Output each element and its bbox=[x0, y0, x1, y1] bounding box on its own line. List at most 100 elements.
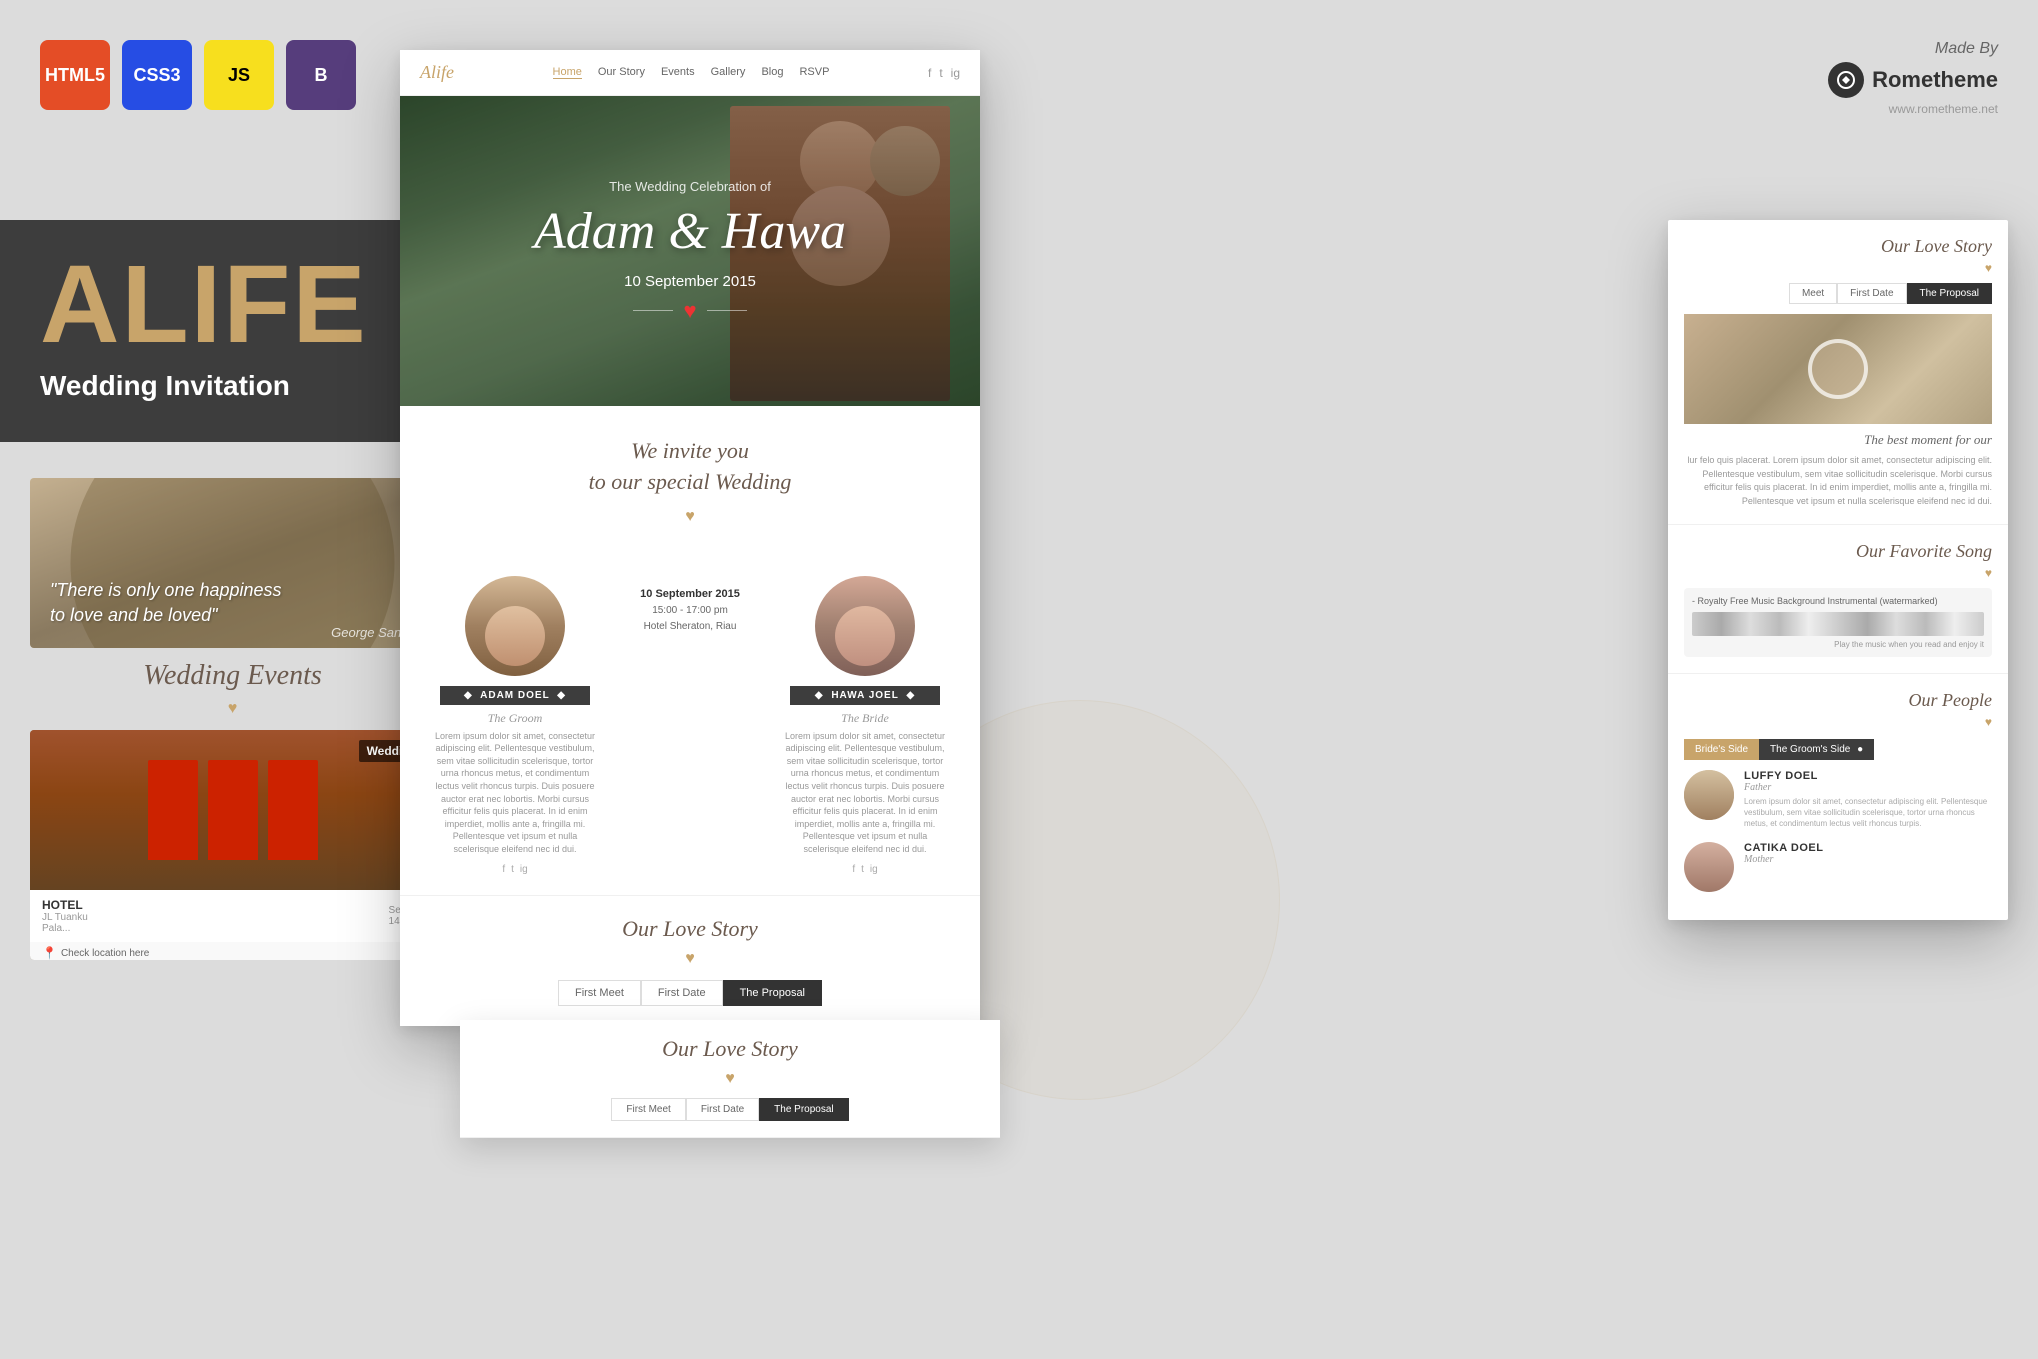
nav-social: f t ig bbox=[928, 66, 960, 80]
song-title: - Royalty Free Music Background Instrume… bbox=[1692, 596, 1984, 606]
groom-name-banner: ◆ ADAM DOEL ◆ bbox=[440, 686, 590, 705]
luffy-info: LUFFY DOEL Father Lorem ipsum dolor sit … bbox=[1744, 770, 1992, 830]
html5-logo: HTML5 bbox=[40, 40, 110, 110]
groom-bio: Lorem ipsum dolor sit amet, consectetur … bbox=[420, 730, 610, 856]
groom-diamond-right: ◆ bbox=[557, 690, 566, 701]
alife-subtitle: Wedding Invitation bbox=[40, 370, 380, 402]
js-logo: JS bbox=[204, 40, 274, 110]
venue-card: Wedding HOTEL JL TuankuPala... Septem14 … bbox=[30, 730, 435, 960]
hero-image: The Wedding Celebration of Adam & Hawa 1… bbox=[400, 96, 980, 406]
wedding-time: 15:00 - 17:00 pm bbox=[615, 603, 765, 619]
right-screenshot: Our Love Story ♥ Meet First Date The Pro… bbox=[1668, 220, 2008, 920]
brand-name: Rometheme bbox=[1828, 62, 1998, 98]
door-2 bbox=[208, 760, 258, 860]
venue-photo: Wedding bbox=[30, 730, 435, 890]
song-player[interactable]: - Royalty Free Music Background Instrume… bbox=[1684, 588, 1992, 657]
our-people-title: Our People bbox=[1684, 690, 1992, 711]
hero-overlay: The Wedding Celebration of Adam & Hawa 1… bbox=[400, 96, 980, 406]
venue-info: HOTEL JL TuankuPala... Septem14 0... bbox=[30, 890, 435, 942]
bottom-tab-the-proposal[interactable]: The Proposal bbox=[759, 1098, 848, 1121]
bride-twitter[interactable]: t bbox=[861, 864, 864, 875]
right-story-photo bbox=[1684, 314, 1992, 424]
couple-cards: ◆ ADAM DOEL ◆ The Groom Lorem ipsum dolo… bbox=[400, 566, 980, 895]
groom-twitter[interactable]: t bbox=[511, 864, 514, 875]
catika-info: CATIKA DOEL Mother bbox=[1744, 842, 1992, 868]
nav-link-gallery[interactable]: Gallery bbox=[711, 66, 746, 79]
nav-link-rsvp[interactable]: RSVP bbox=[799, 66, 829, 79]
favorite-song-heart: ♥ bbox=[1684, 566, 1992, 580]
instagram-icon[interactable]: ig bbox=[951, 66, 960, 80]
right-love-story-tabs[interactable]: Meet First Date The Proposal bbox=[1684, 283, 1992, 304]
tab-first-date[interactable]: First Date bbox=[641, 980, 723, 1006]
bride-name-banner: ◆ HAWA JOEL ◆ bbox=[790, 686, 940, 705]
favorite-song-section: Our Favorite Song ♥ - Royalty Free Music… bbox=[1668, 525, 2008, 674]
right-love-story-title: Our Love Story bbox=[1684, 236, 1992, 257]
tab-the-proposal[interactable]: The Proposal bbox=[723, 980, 822, 1006]
bottom-tab-first-date[interactable]: First Date bbox=[686, 1098, 759, 1121]
invite-line2: to our special Wedding bbox=[420, 467, 960, 498]
wedding-info-center: 10 September 2015 15:00 - 17:00 pm Hotel… bbox=[610, 576, 770, 646]
venue-location-bar[interactable]: 📍 Check location here bbox=[30, 942, 435, 960]
bride-role: The Bride bbox=[770, 711, 960, 726]
tab-grooms-side[interactable]: The Groom's Side ● bbox=[1759, 739, 1874, 760]
tab-first-meet[interactable]: First Meet bbox=[558, 980, 641, 1006]
events-section: Wedding Events ♥ bbox=[30, 660, 435, 726]
hero-date: 10 September 2015 bbox=[624, 273, 756, 290]
right-tab-proposal[interactable]: The Proposal bbox=[1907, 283, 1992, 304]
bottom-love-story-tabs[interactable]: First Meet First Date The Proposal bbox=[476, 1098, 984, 1121]
bride-avatar bbox=[815, 576, 915, 676]
catika-name: CATIKA DOEL bbox=[1744, 842, 1992, 854]
groom-facebook[interactable]: f bbox=[502, 864, 505, 875]
bride-social: f t ig bbox=[770, 864, 960, 875]
nav-link-blog[interactable]: Blog bbox=[761, 66, 783, 79]
quote-block: "There is only one happinessto love and … bbox=[30, 478, 435, 648]
tab-brides-side[interactable]: Bride's Side bbox=[1684, 739, 1759, 760]
people-tabs[interactable]: Bride's Side The Groom's Side ● bbox=[1684, 739, 1992, 760]
love-story-heart: ♥ bbox=[420, 950, 960, 968]
song-waveform[interactable] bbox=[1692, 612, 1984, 636]
nav-bar: Alife Home Our Story Events Gallery Blog… bbox=[400, 50, 980, 96]
love-story-main: Our Love Story ♥ First Meet First Date T… bbox=[400, 895, 980, 1026]
wedding-date: 10 September 2015 bbox=[615, 586, 765, 604]
groom-social: f t ig bbox=[420, 864, 610, 875]
nav-logo: Alife bbox=[420, 62, 454, 83]
invite-section: We invite you to our special Wedding ♥ bbox=[400, 406, 980, 566]
bride-card: ◆ HAWA JOEL ◆ The Bride Lorem ipsum dolo… bbox=[770, 576, 960, 875]
brand-label: Rometheme bbox=[1872, 67, 1998, 93]
bride-name: HAWA JOEL bbox=[831, 690, 898, 701]
hero-line-right bbox=[707, 310, 747, 311]
main-screenshot: Alife Home Our Story Events Gallery Blog… bbox=[400, 50, 980, 1026]
groom-instagram[interactable]: ig bbox=[520, 864, 528, 875]
bottom-tab-first-meet[interactable]: First Meet bbox=[611, 1098, 685, 1121]
facebook-icon[interactable]: f bbox=[928, 66, 931, 80]
bride-facebook[interactable]: f bbox=[852, 864, 855, 875]
brand-icon bbox=[1828, 62, 1864, 98]
right-tab-meet[interactable]: Meet bbox=[1789, 283, 1837, 304]
brand-url: www.rometheme.net bbox=[1828, 102, 1998, 116]
love-story-title: Our Love Story bbox=[420, 916, 960, 942]
door-3 bbox=[268, 760, 318, 860]
door-1 bbox=[148, 760, 198, 860]
song-play-hint: Play the music when you read and enjoy i… bbox=[1692, 640, 1984, 649]
right-tab-first-date[interactable]: First Date bbox=[1837, 283, 1906, 304]
bride-instagram[interactable]: ig bbox=[870, 864, 878, 875]
tech-logos: HTML5 CSS3 JS B bbox=[40, 40, 356, 110]
nav-link-ourstory[interactable]: Our Story bbox=[598, 66, 645, 79]
invite-heart: ♥ bbox=[420, 508, 960, 526]
nav-link-home[interactable]: Home bbox=[553, 66, 582, 79]
bride-bio: Lorem ipsum dolor sit amet, consectetur … bbox=[770, 730, 960, 856]
grooms-side-dot: ● bbox=[1857, 744, 1863, 755]
hero-heart: ♥ bbox=[683, 298, 696, 324]
groom-diamond-left: ◆ bbox=[464, 690, 473, 701]
luffy-bio: Lorem ipsum dolor sit amet, consectetur … bbox=[1744, 796, 1992, 830]
venue-address: JL TuankuPala... bbox=[42, 912, 88, 934]
nav-link-events[interactable]: Events bbox=[661, 66, 695, 79]
twitter-icon[interactable]: t bbox=[939, 66, 942, 80]
catika-role: Mother bbox=[1744, 854, 1992, 865]
love-story-tabs[interactable]: First Meet First Date The Proposal bbox=[420, 980, 960, 1006]
groom-card: ◆ ADAM DOEL ◆ The Groom Lorem ipsum dolo… bbox=[420, 576, 610, 875]
wedding-venue: Hotel Sheraton, Riau bbox=[615, 619, 765, 635]
person-catika: CATIKA DOEL Mother bbox=[1684, 842, 1992, 892]
venue-location-label: Check location here bbox=[61, 948, 149, 959]
nav-links[interactable]: Home Our Story Events Gallery Blog RSVP bbox=[553, 66, 830, 79]
